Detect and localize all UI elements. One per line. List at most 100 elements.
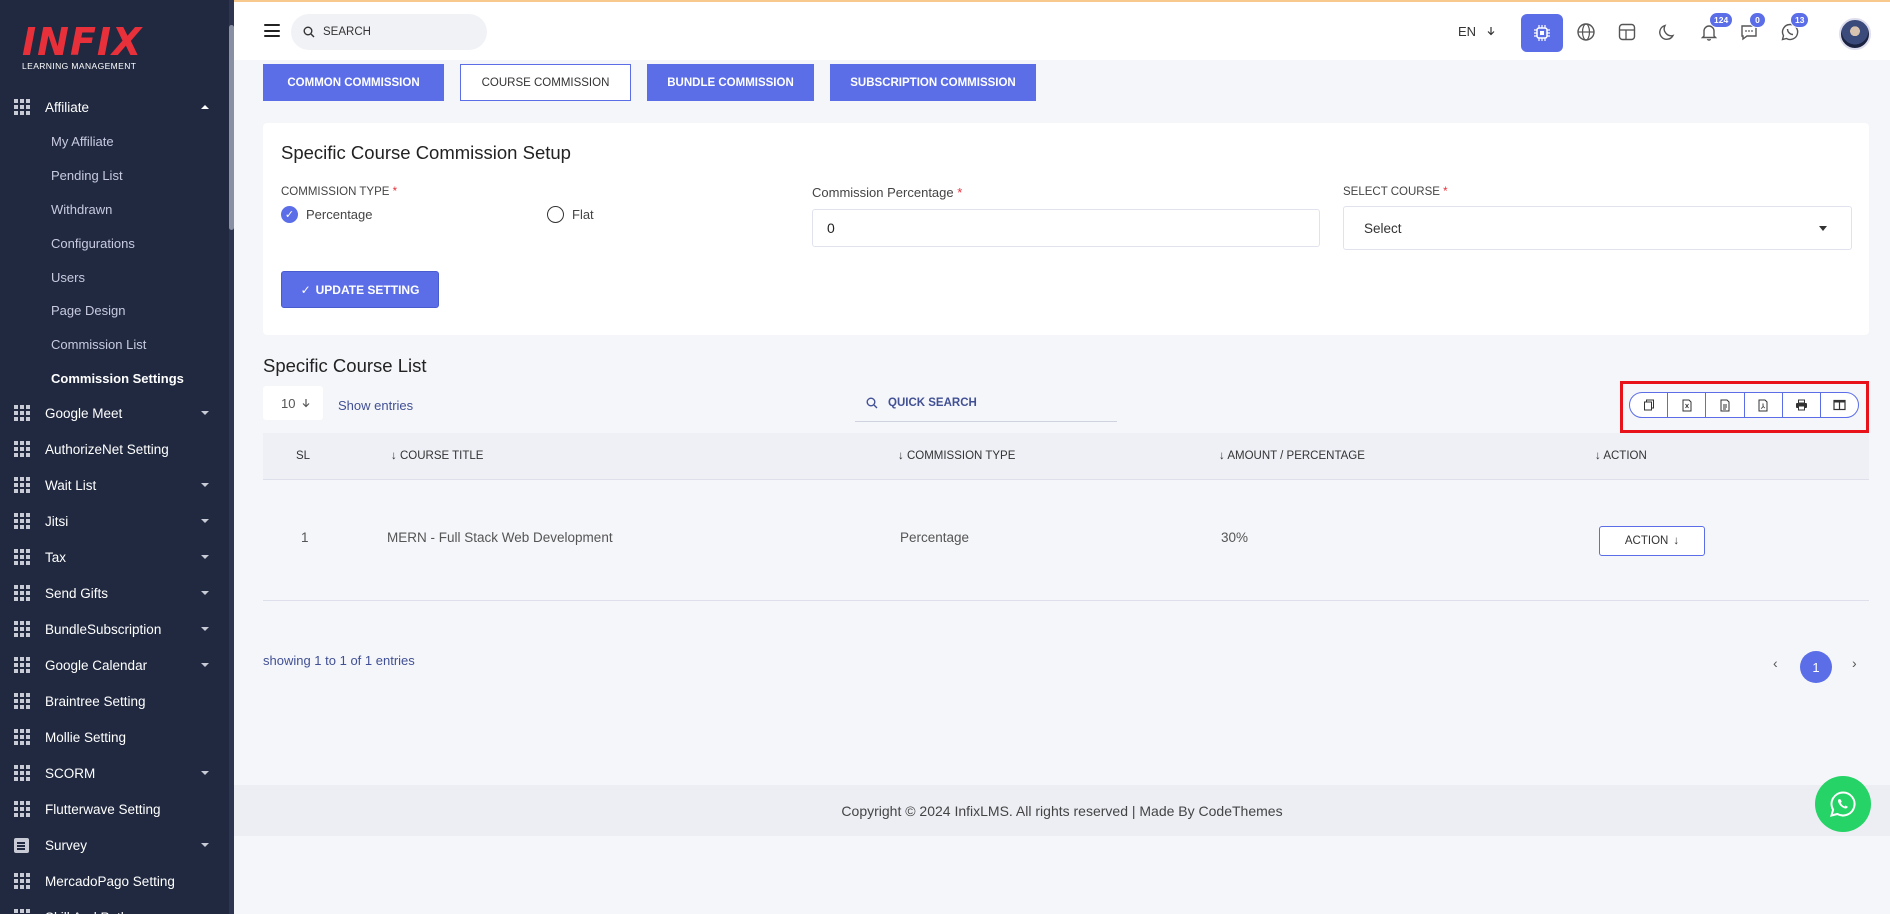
chat-icon[interactable]: 0 — [1735, 12, 1766, 46]
export-button-group — [1629, 392, 1859, 418]
arrow-down-icon — [1487, 27, 1495, 36]
radio-circle-icon — [547, 206, 564, 223]
commission-type-label: COMMISSION TYPE * — [281, 186, 398, 198]
sidebar-item-survey[interactable]: Survey — [0, 827, 229, 863]
col-sl[interactable]: SL — [296, 450, 310, 462]
sidebar-item-label: Survey — [45, 837, 88, 853]
radio-percentage[interactable]: ✓ Percentage — [281, 206, 373, 223]
moon-icon[interactable] — [1654, 18, 1682, 46]
chevron-down-icon — [201, 663, 209, 668]
pagination-next-icon[interactable]: › — [1852, 655, 1857, 671]
print-icon[interactable] — [1783, 393, 1821, 417]
search-input[interactable] — [323, 26, 473, 38]
tab-bundle-commission[interactable]: BUNDLE COMMISSION — [647, 64, 814, 101]
search-icon — [866, 397, 878, 408]
sidebar-item-label: Mollie Setting — [45, 729, 127, 745]
excel-icon[interactable] — [1706, 393, 1745, 417]
sidebar-item-google-calendar[interactable]: Google Calendar — [0, 647, 229, 683]
globe-icon[interactable] — [1572, 18, 1600, 46]
quick-search-input[interactable] — [888, 396, 1088, 409]
pdf-icon[interactable] — [1745, 393, 1783, 417]
submenu-item-configurations[interactable]: Configurations — [0, 226, 229, 260]
row-action-label: ACTION — [1624, 535, 1669, 547]
brand-logo[interactable]: INFIX LEARNING MANAGEMENT — [22, 22, 142, 71]
sidebar-item-label: Google Meet — [45, 405, 123, 421]
columns-icon[interactable] — [1821, 393, 1858, 417]
pagination-prev-icon[interactable]: ‹ — [1773, 655, 1778, 671]
sidebar-item-label: MercadoPago Setting — [45, 873, 175, 889]
grid-icon — [14, 477, 30, 494]
logo-text: INFIX — [22, 20, 143, 64]
col-amount-percentage[interactable]: ↓ AMOUNT / PERCENTAGE — [1219, 450, 1365, 462]
sidebar-item-label: Send Gifts — [45, 585, 109, 601]
sidebar-item-bundlesubscription[interactable]: BundleSubscription — [0, 611, 229, 647]
sidebar-item-jitsi[interactable]: Jitsi — [0, 503, 229, 539]
whatsapp-icon[interactable]: 13 — [1776, 12, 1810, 46]
update-setting-button[interactable]: ✓ UPDATE SETTING — [281, 271, 439, 308]
chevron-down-icon — [201, 483, 209, 488]
submenu-item-pending-list[interactable]: Pending List — [0, 159, 229, 193]
arrow-down-icon — [303, 399, 310, 408]
sidebar-item-affiliate[interactable]: Affiliate — [0, 89, 229, 125]
select-course-dropdown[interactable]: Select — [1343, 206, 1852, 250]
chevron-down-icon — [201, 519, 209, 524]
tab-subscription-commission[interactable]: SUBSCRIPTION COMMISSION — [830, 64, 1036, 101]
chevron-down-icon — [201, 627, 209, 632]
row-action-button[interactable]: ACTION ↓ — [1599, 526, 1705, 556]
page-size-select[interactable]: 10 — [263, 386, 323, 420]
sidebar-item-mercadopago-setting[interactable]: MercadoPago Setting — [0, 863, 229, 899]
sidebar-item-flutterwave-setting[interactable]: Flutterwave Setting — [0, 791, 229, 827]
submenu-item-commission-settings[interactable]: Commission Settings — [0, 362, 229, 396]
chevron-down-icon — [201, 591, 209, 596]
sidebar-item-label: Skill And Pathway — [45, 910, 152, 914]
submenu-item-page-design[interactable]: Page Design — [0, 294, 229, 328]
avatar[interactable] — [1839, 18, 1871, 50]
col-commission-type[interactable]: ↓ COMMISSION TYPE — [898, 450, 1015, 462]
global-search[interactable] — [291, 14, 487, 50]
grid-icon — [14, 99, 30, 115]
sidebar-item-braintree-setting[interactable]: Braintree Setting — [0, 683, 229, 719]
hamburger-menu-icon[interactable] — [264, 24, 280, 37]
tab-common-commission[interactable]: COMMON COMMISSION — [263, 64, 444, 101]
radio-flat[interactable]: Flat — [547, 206, 594, 223]
submenu-item-commission-list[interactable]: Commission List — [0, 328, 229, 362]
sidebar-item-label: SCORM — [45, 765, 96, 781]
sidebar-item-scorm[interactable]: SCORM — [0, 755, 229, 791]
copy-icon[interactable] — [1630, 393, 1669, 417]
chevron-down-icon — [201, 411, 209, 416]
logo-subtitle: LEARNING MANAGEMENT — [22, 61, 137, 71]
sidebar-item-tax[interactable]: Tax — [0, 539, 229, 575]
cpu-icon[interactable] — [1521, 14, 1563, 52]
col-course-title[interactable]: ↓ COURSE TITLE — [391, 450, 483, 462]
percentage-input[interactable]: 0 — [812, 209, 1320, 247]
sidebar-item-label: Jitsi — [45, 513, 69, 529]
radio-percentage-label: Percentage — [306, 207, 373, 222]
csv-icon[interactable] — [1668, 393, 1707, 417]
col-action[interactable]: ↓ ACTION — [1595, 450, 1647, 462]
submenu-item-my-affiliate[interactable]: My Affiliate — [0, 125, 229, 159]
sidebar-item-send-gifts[interactable]: Send Gifts — [0, 575, 229, 611]
document-icon — [14, 837, 29, 853]
sidebar-item-mollie-setting[interactable]: Mollie Setting — [0, 719, 229, 755]
top-header: EN 124 0 13 — [234, 0, 1890, 60]
sidebar-item-wait-list[interactable]: Wait List — [0, 467, 229, 503]
submenu-item-users[interactable]: Users — [0, 260, 229, 294]
grid-icon — [14, 441, 30, 458]
language-selector[interactable]: EN — [1458, 24, 1496, 39]
tab-course-commission[interactable]: COURSE COMMISSION — [460, 64, 631, 101]
pagination-page-1[interactable]: 1 — [1800, 651, 1832, 683]
bell-icon[interactable]: 124 — [1695, 12, 1734, 46]
caret-down-icon — [1819, 226, 1827, 231]
sort-arrow-icon: ↓ — [898, 450, 907, 462]
sidebar-item-google-meet[interactable]: Google Meet — [0, 395, 229, 431]
sidebar-item-authorizenet-setting[interactable]: AuthorizeNet Setting — [0, 431, 229, 467]
whatsapp-chat-button[interactable] — [1815, 776, 1871, 832]
layout-icon[interactable] — [1613, 18, 1641, 46]
search-icon — [303, 26, 315, 38]
quick-search[interactable] — [855, 384, 1117, 422]
chevron-up-icon — [201, 105, 209, 109]
table-header: SL ↓ COURSE TITLE ↓ COMMISSION TYPE ↓ AM… — [263, 433, 1869, 480]
commission-tabs: COMMON COMMISSION COURSE COMMISSION BUND… — [263, 64, 1052, 101]
submenu-item-withdrawn[interactable]: Withdrawn — [0, 193, 229, 227]
sidebar-item-skill-and-pathway[interactable]: Skill And Pathway — [0, 899, 229, 914]
